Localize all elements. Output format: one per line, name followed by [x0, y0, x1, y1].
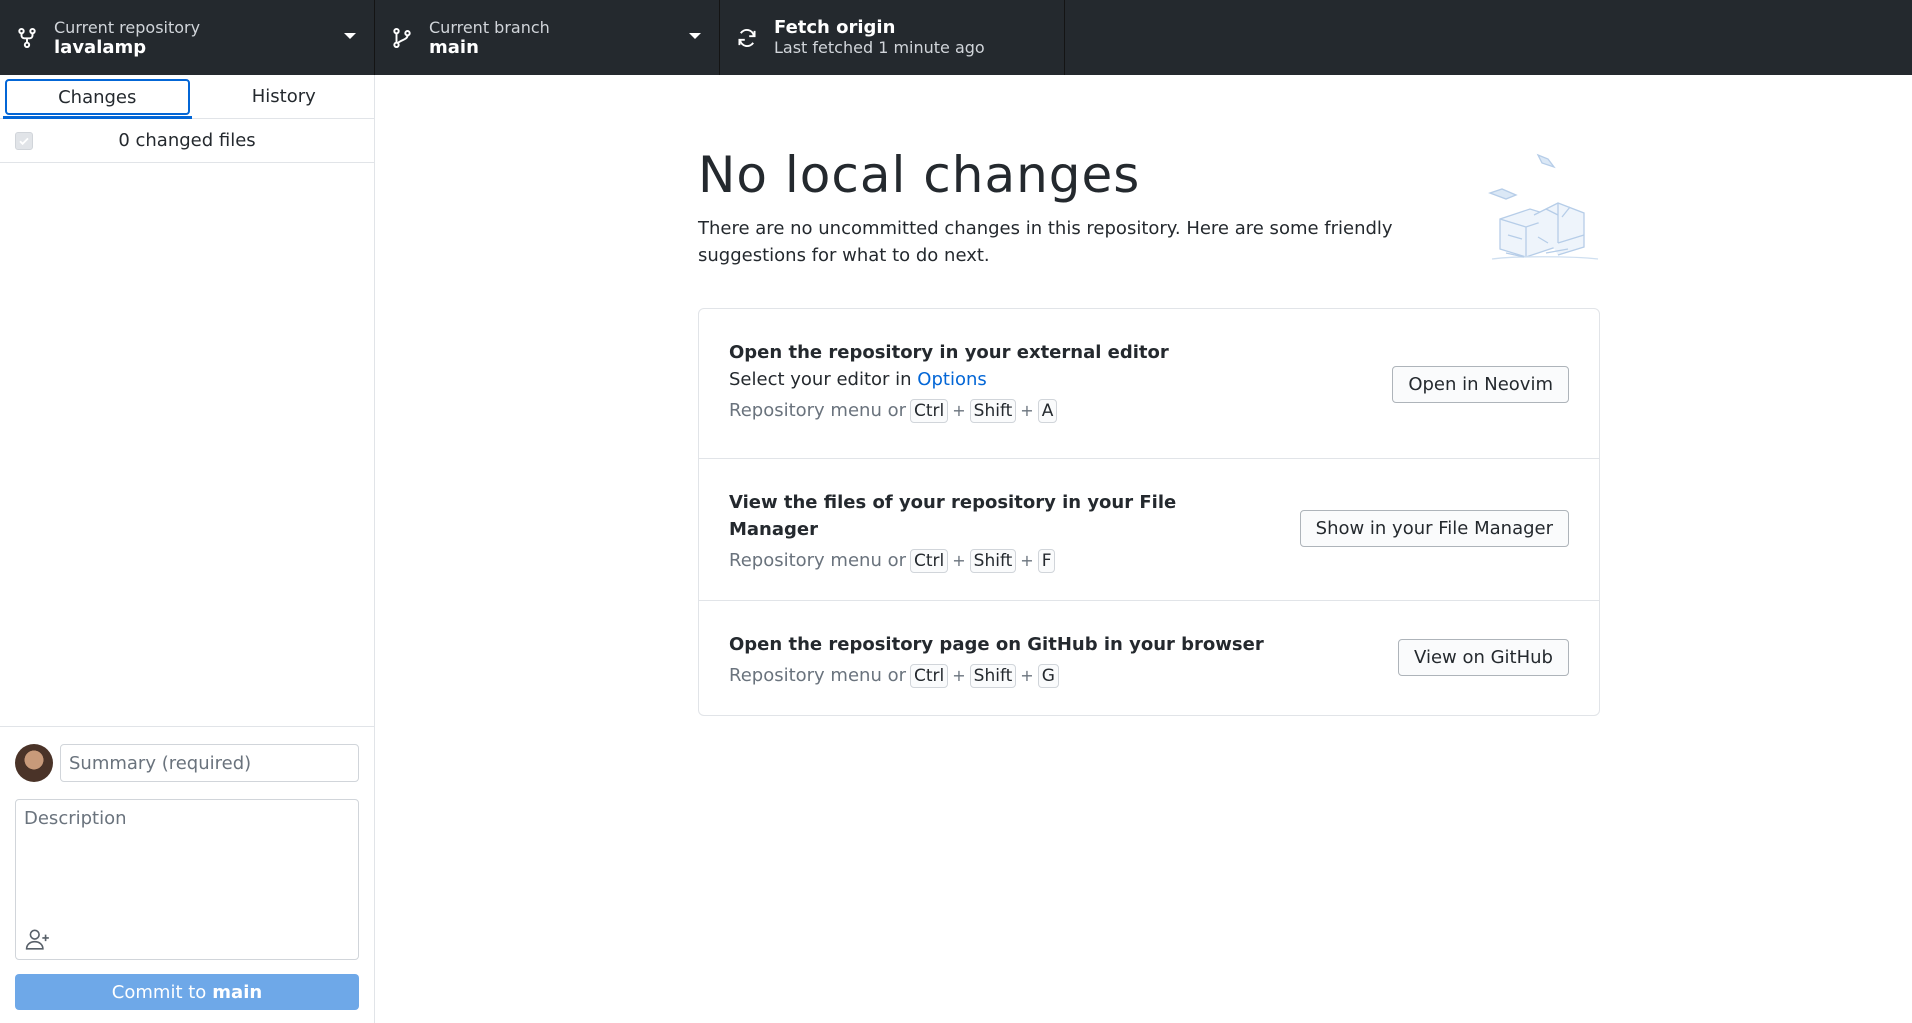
shortcut-prefix: Repository menu or: [729, 400, 906, 421]
fetch-status: Last fetched 1 minute ago: [774, 37, 985, 57]
description-box: [15, 799, 359, 960]
plus-separator: +: [952, 551, 966, 570]
shortcut-prefix: Repository menu or: [729, 550, 906, 571]
toolbar: Current repository lavalamp Current bran…: [0, 0, 1912, 75]
main-panel: No local changes There are no uncommitte…: [376, 75, 1912, 1023]
view-on-github-button[interactable]: View on GitHub: [1398, 639, 1569, 676]
card-title: View the files of your repository in you…: [729, 492, 1177, 540]
key-letter: G: [1037, 663, 1059, 688]
chevron-down-icon: [344, 33, 356, 39]
editor-hint: Select your editor in: [729, 369, 912, 390]
options-link[interactable]: Options: [917, 369, 986, 390]
plus-separator: +: [1020, 666, 1034, 685]
sidebar: Changes History 0 changed files Commit t…: [0, 75, 375, 1023]
key-shift: Shift: [969, 663, 1017, 688]
key-letter: A: [1037, 398, 1058, 423]
sync-icon: [736, 27, 758, 49]
suggestion-card-file-manager: View the files of your repository in you…: [699, 459, 1599, 601]
branch-label: Current branch: [429, 17, 550, 37]
commit-button[interactable]: Commit to main: [15, 974, 359, 1010]
avatar: [15, 744, 53, 782]
current-branch-button[interactable]: Current branch main: [375, 0, 720, 75]
commit-form: Commit to main: [0, 726, 374, 1023]
repo-name: lavalamp: [54, 36, 147, 58]
key-shift: Shift: [969, 398, 1017, 423]
changed-files-header: 0 changed files: [0, 119, 374, 163]
branch-icon: [391, 27, 413, 49]
plus-separator: +: [952, 666, 966, 685]
no-changes-header: No local changes There are no uncommitte…: [698, 145, 1600, 269]
key-ctrl: Ctrl: [910, 548, 949, 573]
tab-history[interactable]: History: [194, 75, 375, 118]
commit-branch-name: main: [212, 981, 263, 1003]
chevron-down-icon: [689, 33, 701, 39]
suggestion-card-github: Open the repository page on GitHub in yo…: [699, 601, 1599, 715]
check-icon: [19, 137, 29, 146]
select-all-checkbox[interactable]: [15, 132, 33, 150]
current-repository-button[interactable]: Current repository lavalamp: [0, 0, 375, 75]
empty-state-illustration: [1488, 153, 1599, 260]
shortcut-prefix: Repository menu or: [729, 665, 906, 686]
branch-name: main: [429, 36, 479, 58]
commit-button-label: Commit to: [111, 981, 207, 1003]
key-letter: F: [1037, 548, 1056, 573]
show-in-file-manager-button[interactable]: Show in your File Manager: [1299, 510, 1569, 547]
fetch-origin-button[interactable]: Fetch origin Last fetched 1 minute ago: [720, 0, 1065, 75]
key-shift: Shift: [969, 548, 1017, 573]
fetch-title: Fetch origin: [774, 16, 896, 38]
keyboard-shortcut: Repository menu or Ctrl + Shift + F: [729, 547, 1569, 574]
repo-icon: [16, 27, 38, 49]
key-ctrl: Ctrl: [910, 663, 949, 688]
add-coauthor-icon[interactable]: [24, 927, 52, 951]
tab-changes[interactable]: Changes: [3, 79, 191, 119]
plus-separator: +: [1020, 401, 1034, 420]
sidebar-tabs: Changes History: [0, 75, 374, 119]
suggestions-list: Open the repository in your external edi…: [698, 308, 1600, 716]
summary-input[interactable]: [60, 744, 359, 782]
page-subtitle: There are no uncommitted changes in this…: [698, 218, 1393, 266]
repo-label: Current repository: [54, 17, 201, 37]
key-ctrl: Ctrl: [910, 398, 949, 423]
open-in-editor-button[interactable]: Open in Neovim: [1392, 366, 1569, 403]
plus-separator: +: [1020, 551, 1034, 570]
suggestion-card-editor: Open the repository in your external edi…: [699, 309, 1599, 459]
plus-separator: +: [952, 401, 966, 420]
description-input[interactable]: [16, 800, 358, 920]
page-title: No local changes: [698, 146, 1141, 204]
changed-files-count: 0 changed files: [118, 130, 256, 151]
card-title: Open the repository in your external edi…: [729, 342, 1169, 363]
